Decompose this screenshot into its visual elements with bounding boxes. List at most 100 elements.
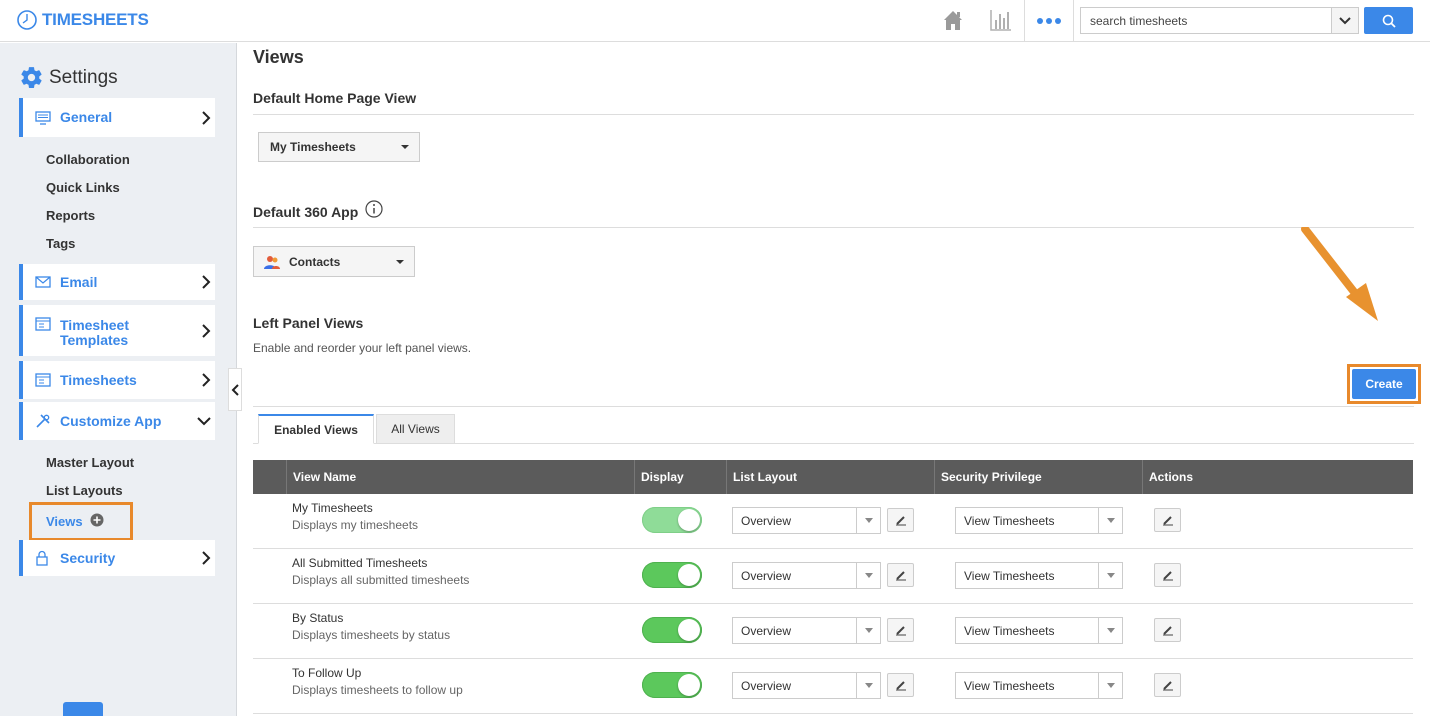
caret-down-icon xyxy=(401,145,409,149)
view-name: All Submitted Timesheets xyxy=(292,556,428,570)
edit-layout-button[interactable] xyxy=(887,508,914,532)
view-description: Displays timesheets to follow up xyxy=(292,683,463,697)
search-filter-dropdown[interactable] xyxy=(1331,8,1358,33)
left-panel-views-description: Enable and reorder your left panel views… xyxy=(253,341,472,355)
list-layout-select[interactable]: Overview xyxy=(732,672,881,699)
sidebar-subitem-views[interactable]: Views xyxy=(46,514,83,529)
select-caret-icon xyxy=(1098,563,1122,588)
list-layout-select[interactable]: Overview xyxy=(732,562,881,589)
security-privilege-select[interactable]: View Timesheets xyxy=(955,672,1123,699)
security-privilege-select[interactable]: View Timesheets xyxy=(955,562,1123,589)
view-description: Displays all submitted timesheets xyxy=(292,573,470,587)
select-caret-icon xyxy=(1098,618,1122,643)
list-layout-value: Overview xyxy=(741,568,792,583)
annotation-arrow xyxy=(1301,227,1378,321)
brand[interactable]: TIMESHEETS xyxy=(16,9,149,31)
divider xyxy=(253,114,1414,115)
chevron-right-icon xyxy=(202,323,211,338)
main-content: Views Default Home Page View My Timeshee… xyxy=(238,43,1430,716)
security-privilege-select[interactable]: View Timesheets xyxy=(955,507,1123,534)
sidebar-item-security[interactable]: Security xyxy=(19,540,215,576)
sidebar-subitem-views-highlight[interactable]: Views xyxy=(29,502,133,541)
sidebar-subitem-master-layout[interactable]: Master Layout xyxy=(46,455,134,470)
home-page-view-value: My Timesheets xyxy=(270,140,356,154)
toggle-knob xyxy=(678,674,700,696)
sidebar-subitem-list-layouts[interactable]: List Layouts xyxy=(46,483,123,498)
tab-all-views[interactable]: All Views xyxy=(376,414,455,444)
sidebar-item-customize-app[interactable]: Customize App xyxy=(19,402,215,440)
sidebar-item-label: Security xyxy=(60,549,116,566)
list-layout-select[interactable]: Overview xyxy=(732,617,881,644)
pencil-icon xyxy=(1162,571,1173,581)
info-icon[interactable] xyxy=(365,200,383,218)
reports-chart-icon[interactable] xyxy=(989,8,1013,32)
table-row: All Submitted Timesheets Displays all su… xyxy=(253,549,1413,604)
column-header-display: Display xyxy=(634,460,726,494)
sidebar-item-email[interactable]: Email xyxy=(19,264,215,300)
list-layout-value: Overview xyxy=(741,623,792,638)
column-header-actions: Actions xyxy=(1142,460,1413,494)
table-row: By Status Displays timesheets by status … xyxy=(253,604,1413,659)
view-name: To Follow Up xyxy=(292,666,362,680)
sidebar-bottom-button[interactable] xyxy=(63,702,103,716)
view-description: Displays timesheets by status xyxy=(292,628,451,642)
sidebar-item-general[interactable]: General xyxy=(19,98,215,137)
home-page-view-dropdown[interactable]: My Timesheets xyxy=(258,132,420,162)
create-button[interactable]: Create xyxy=(1352,369,1416,399)
sidebar-subitem-tags[interactable]: Tags xyxy=(46,236,75,251)
default-360-app-dropdown[interactable]: Contacts xyxy=(253,246,415,277)
sidebar-subitem-reports[interactable]: Reports xyxy=(46,208,95,223)
more-menu-icon[interactable] xyxy=(1024,0,1074,42)
select-caret-icon xyxy=(856,673,880,698)
tab-enabled-views[interactable]: Enabled Views xyxy=(258,414,374,444)
sidebar-item-label: Timesheets xyxy=(60,371,137,388)
sidebar-item-timesheet-templates[interactable]: Timesheet Templates xyxy=(19,305,215,356)
template-icon xyxy=(35,317,51,331)
display-toggle[interactable] xyxy=(642,672,702,698)
view-description: Displays my timesheets xyxy=(292,518,419,532)
security-privilege-select[interactable]: View Timesheets xyxy=(955,617,1123,644)
tools-icon xyxy=(36,414,50,428)
settings-heading: Settings xyxy=(19,65,118,90)
edit-layout-button[interactable] xyxy=(887,563,914,587)
display-toggle[interactable] xyxy=(642,507,702,533)
pencil-icon xyxy=(1162,626,1173,636)
view-name: My Timesheets xyxy=(292,501,373,515)
clock-icon xyxy=(17,10,37,30)
settings-title: Settings xyxy=(49,66,118,88)
search-button[interactable] xyxy=(1364,7,1413,34)
sidebar-item-label: Customize App xyxy=(60,412,162,429)
edit-view-button[interactable] xyxy=(1154,563,1181,587)
display-toggle[interactable] xyxy=(642,562,702,588)
list-layout-select[interactable]: Overview xyxy=(732,507,881,534)
timesheet-icon xyxy=(35,373,51,387)
chevron-right-icon xyxy=(202,551,211,565)
security-privilege-value: View Timesheets xyxy=(964,623,1055,638)
table-row: My Timesheets Displays my timesheets Ove… xyxy=(253,494,1413,549)
edit-view-button[interactable] xyxy=(1154,673,1181,697)
select-caret-icon xyxy=(1098,508,1122,533)
add-circle-icon[interactable] xyxy=(90,513,104,527)
edit-view-button[interactable] xyxy=(1154,618,1181,642)
sidebar-subitem-collaboration[interactable]: Collaboration xyxy=(46,152,130,167)
chevron-right-icon xyxy=(202,110,211,125)
edit-view-button[interactable] xyxy=(1154,508,1181,532)
sidebar-item-timesheets[interactable]: Timesheets xyxy=(19,361,215,399)
display-toggle[interactable] xyxy=(642,617,702,643)
select-caret-icon xyxy=(856,563,880,588)
home-icon[interactable] xyxy=(942,8,964,32)
gear-icon xyxy=(21,67,42,88)
search-field[interactable] xyxy=(1080,7,1359,34)
search-input[interactable] xyxy=(1081,8,1331,33)
toggle-knob xyxy=(678,564,700,586)
sidebar-item-label: Timesheet Templates xyxy=(60,318,129,348)
edit-layout-button[interactable] xyxy=(887,618,914,642)
settings-sidebar: Settings General Collaboration Quick Lin… xyxy=(0,43,237,716)
view-name: By Status xyxy=(292,611,344,625)
pencil-icon xyxy=(1162,681,1173,691)
sidebar-subitem-quick-links[interactable]: Quick Links xyxy=(46,180,120,195)
edit-layout-button[interactable] xyxy=(887,673,914,697)
chevron-right-icon xyxy=(202,373,211,387)
pencil-icon xyxy=(895,626,906,636)
toggle-knob xyxy=(678,619,700,641)
